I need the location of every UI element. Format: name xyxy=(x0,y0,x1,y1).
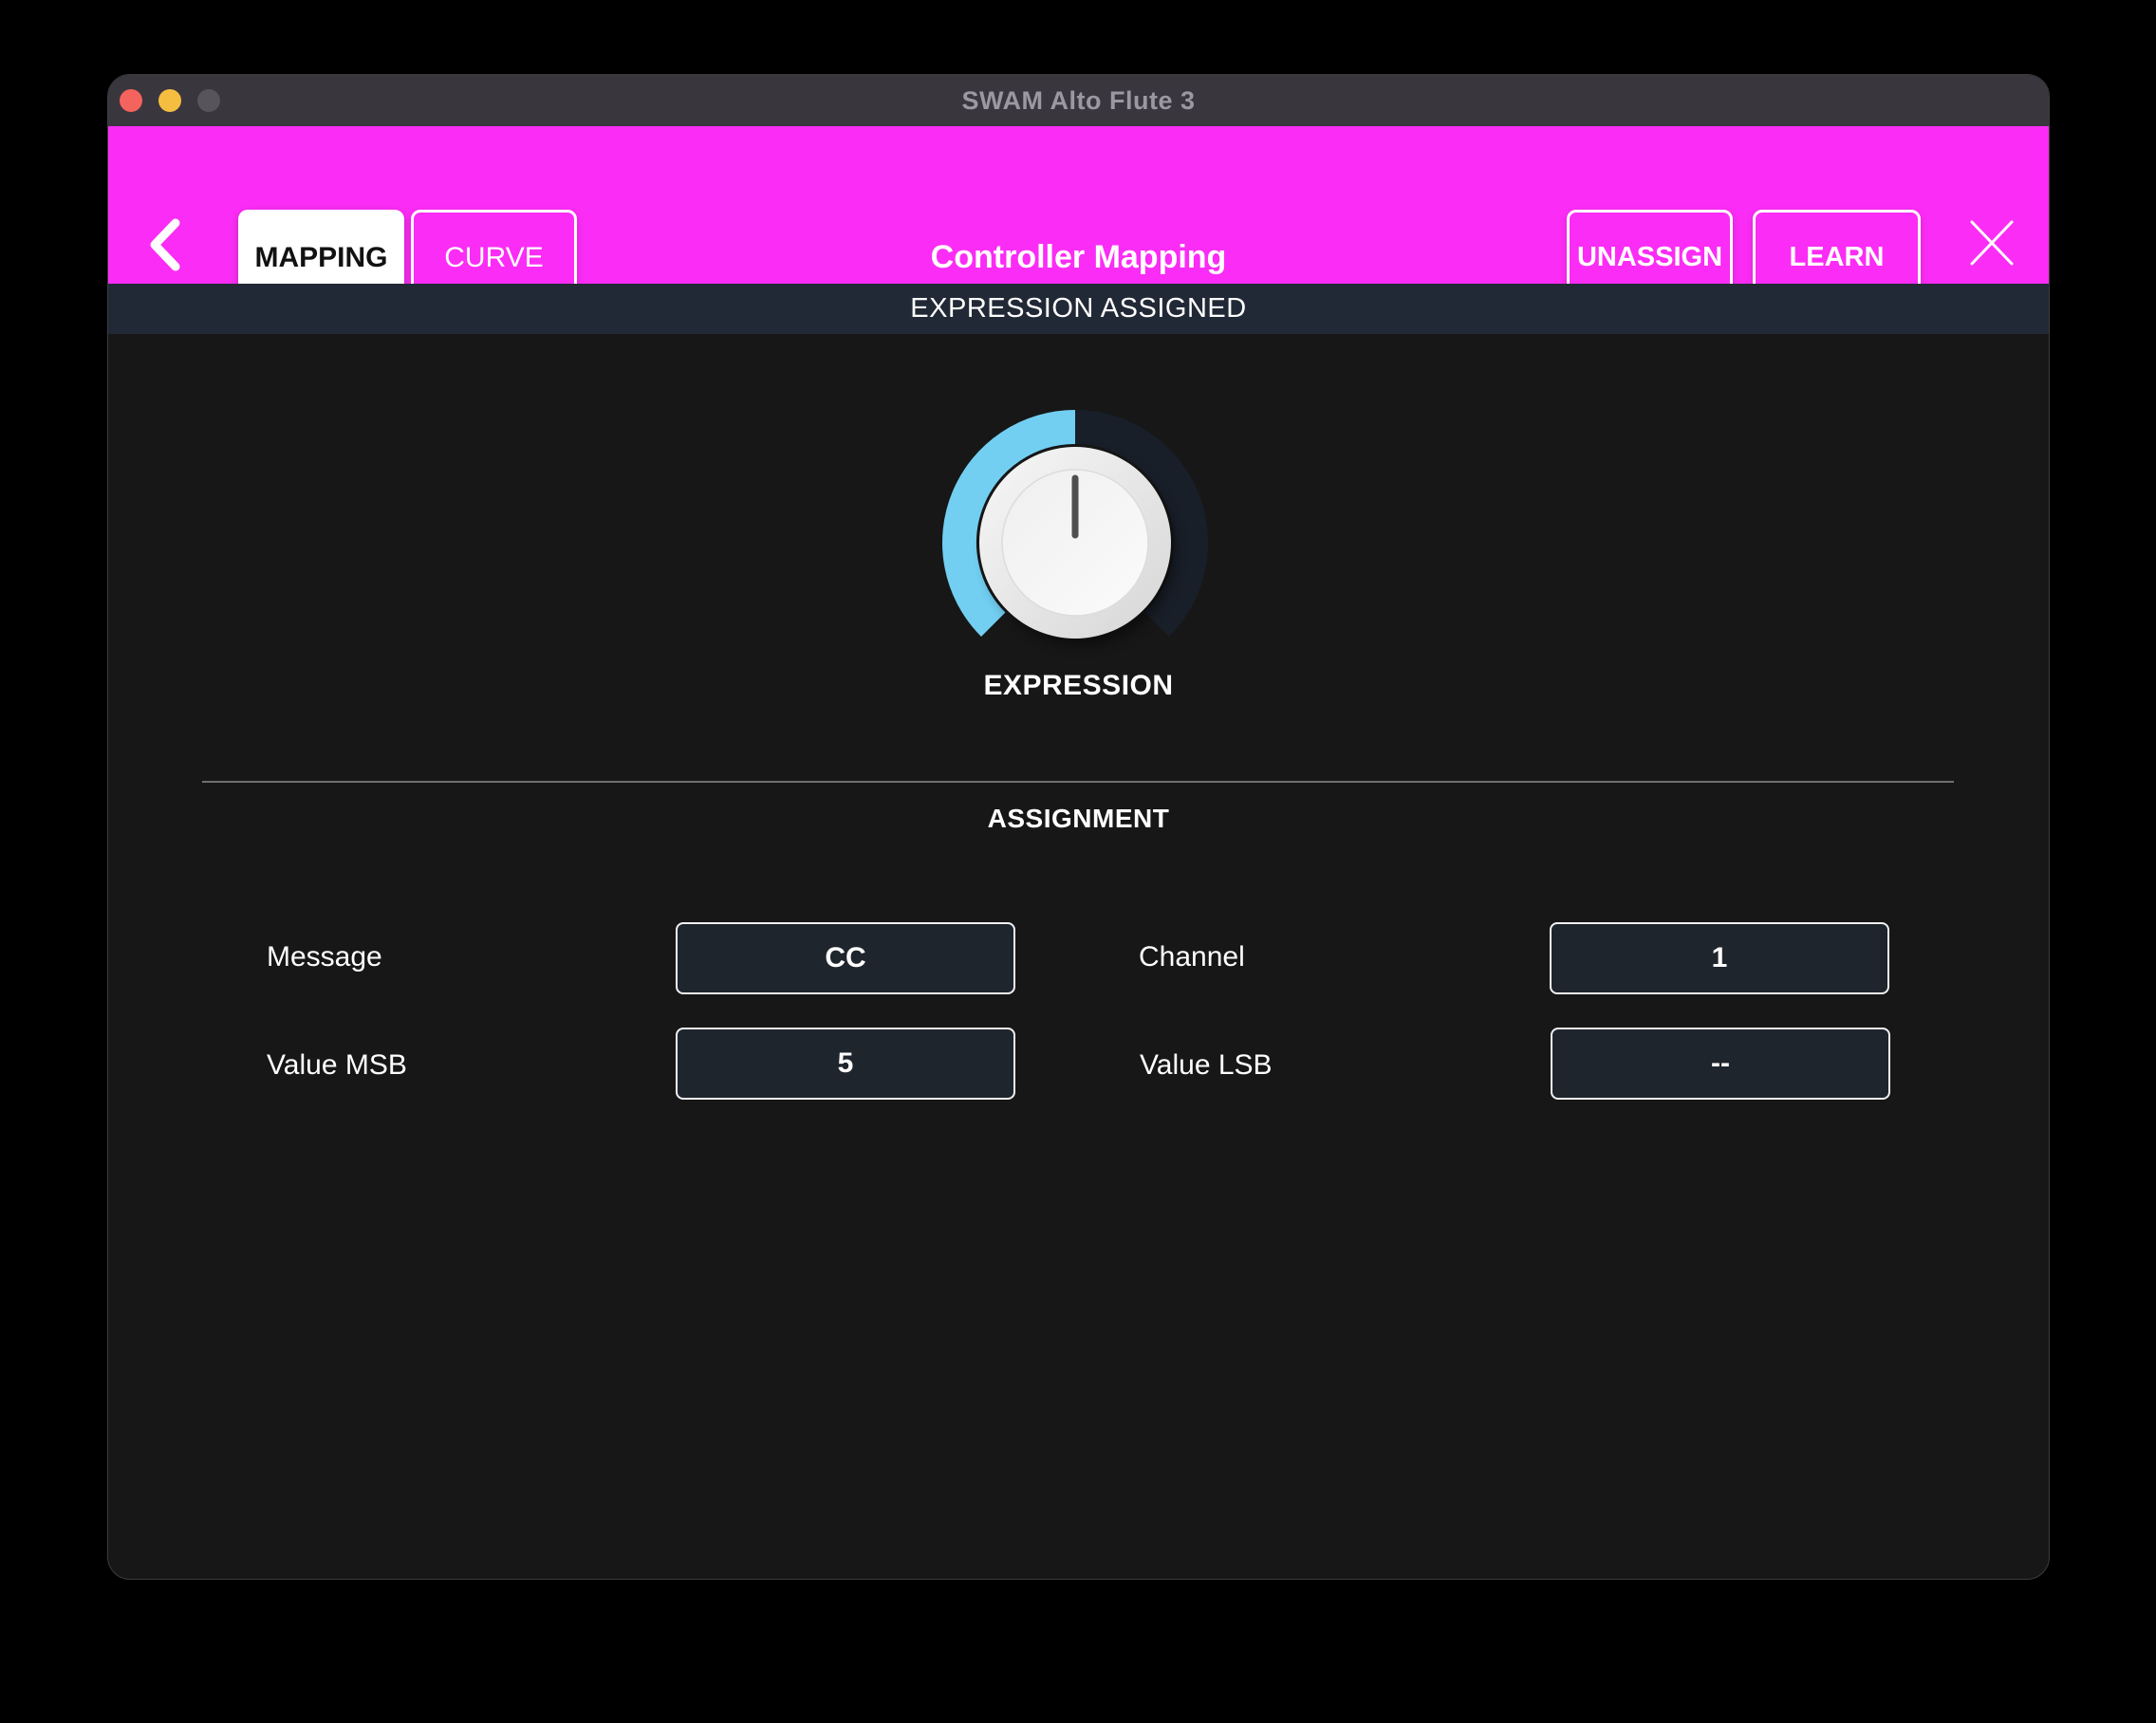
value-msb-field[interactable]: 5 xyxy=(676,1028,1015,1100)
value-lsb-field[interactable]: -- xyxy=(1551,1028,1890,1100)
header: BACK MAPPING CURVE Controller Mapping UN… xyxy=(108,126,2049,284)
value-lsb-label: Value LSB xyxy=(1140,1047,1273,1084)
app-window: SWAM Alto Flute 3 BACK MAPPING CURVE Con… xyxy=(107,74,2050,1580)
minimize-window-button[interactable] xyxy=(158,89,181,112)
channel-field[interactable]: 1 xyxy=(1550,922,1889,994)
channel-label: Channel xyxy=(1139,938,1245,976)
close-window-button[interactable] xyxy=(120,89,142,112)
message-label: Message xyxy=(267,938,382,976)
expression-knob[interactable] xyxy=(933,400,1217,685)
assignment-section-title: ASSIGNMENT xyxy=(108,804,2049,834)
window-title: SWAM Alto Flute 3 xyxy=(962,86,1196,116)
close-icon[interactable] xyxy=(1969,218,2015,268)
value-msb-label: Value MSB xyxy=(267,1047,407,1084)
status-text: EXPRESSION ASSIGNED xyxy=(910,293,1246,324)
titlebar: SWAM Alto Flute 3 xyxy=(108,75,2049,126)
status-bar: EXPRESSION ASSIGNED xyxy=(108,284,2049,334)
zoom-window-button xyxy=(197,89,220,112)
knob-label: EXPRESSION xyxy=(108,670,2049,702)
section-divider xyxy=(202,781,1954,783)
traffic-lights xyxy=(120,75,220,126)
message-field[interactable]: CC xyxy=(676,922,1015,994)
